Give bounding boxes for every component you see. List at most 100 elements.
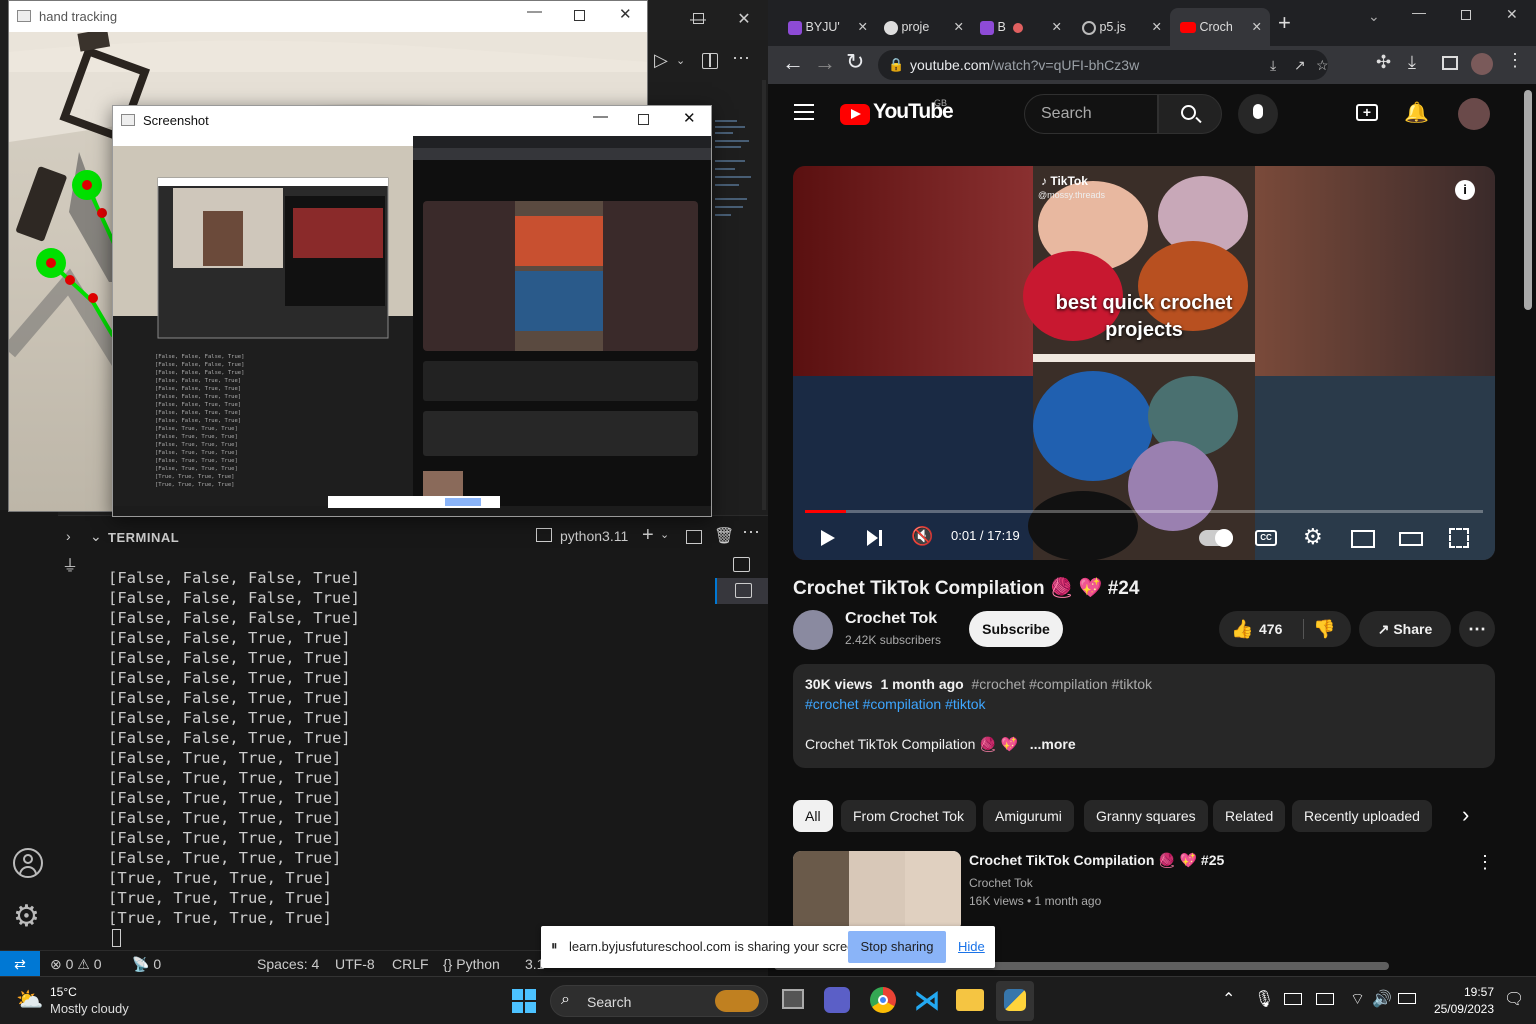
keyboard-icon[interactable] bbox=[1284, 993, 1302, 1005]
side-panel-icon[interactable] bbox=[1442, 56, 1458, 70]
forward-button[interactable]: → bbox=[814, 50, 836, 76]
rec-channel[interactable]: Crochet Tok bbox=[969, 876, 1033, 890]
chip-from-channel[interactable]: From Crochet Tok bbox=[841, 800, 976, 832]
chip-all[interactable]: All bbox=[793, 800, 833, 832]
avatar[interactable] bbox=[1458, 98, 1490, 130]
hand-window-titlebar[interactable]: hand tracking — ✕ bbox=[9, 1, 647, 32]
encoding-indicator[interactable]: UTF-8 bbox=[335, 951, 375, 977]
tab-youtube[interactable]: Croch ✕ bbox=[1170, 8, 1270, 46]
rec-thumbnail[interactable] bbox=[793, 851, 961, 931]
volume-icon[interactable]: 🔊 bbox=[1372, 989, 1392, 1009]
voice-search-button[interactable] bbox=[1238, 94, 1278, 134]
notification-icon[interactable]: 🗨 bbox=[1504, 989, 1524, 1009]
file-explorer-icon[interactable] bbox=[956, 989, 984, 1011]
close-icon[interactable]: ✕ bbox=[858, 8, 868, 46]
new-terminal-icon[interactable]: + bbox=[642, 524, 654, 547]
install-icon[interactable]: ⤓ bbox=[1270, 50, 1276, 80]
minimize-button[interactable]: — bbox=[1412, 4, 1426, 20]
miniplayer-icon[interactable] bbox=[1351, 530, 1375, 548]
search-input[interactable]: Search bbox=[1024, 94, 1158, 134]
terminal-output[interactable]: [False, False, False, True] [False, False… bbox=[108, 568, 708, 928]
close-icon[interactable]: ✕ bbox=[954, 8, 964, 46]
split-terminal-icon[interactable] bbox=[686, 530, 702, 544]
minimize-button[interactable]: — bbox=[527, 3, 542, 20]
close-button[interactable]: ✕ bbox=[683, 109, 696, 127]
language-indicator[interactable]: {} Python bbox=[443, 951, 500, 977]
new-tab-button[interactable]: + bbox=[1278, 10, 1291, 36]
downloads-icon[interactable]: ⤓ bbox=[1408, 52, 1416, 73]
windows-start-icon[interactable] bbox=[512, 989, 536, 1013]
hashtag-links[interactable]: #crochet #compilation #tiktok bbox=[805, 696, 986, 712]
remote-indicator[interactable]: ⇄ bbox=[0, 951, 40, 977]
hide-link[interactable]: Hide bbox=[958, 939, 985, 954]
autoplay-toggle[interactable] bbox=[1199, 529, 1233, 547]
close-icon[interactable]: ✕ bbox=[1052, 8, 1062, 46]
clock-date[interactable]: 25/09/2023 bbox=[1424, 1002, 1494, 1016]
vscode-close-button[interactable]: ✕ bbox=[724, 0, 764, 40]
ports-indicator[interactable]: 📡 0 bbox=[132, 951, 161, 977]
weather-temp[interactable]: 15°C bbox=[50, 985, 77, 999]
address-bar[interactable]: 🔒 youtube.com/watch?v=qUFI-bhCz3w ⤓ ↗ ☆ bbox=[878, 50, 1329, 80]
tab-byjus[interactable]: BYJU' ✕ bbox=[778, 8, 874, 46]
tab-byjus-recording[interactable]: B ✕ bbox=[970, 8, 1068, 46]
close-icon[interactable]: ✕ bbox=[1152, 8, 1162, 46]
maximize-button[interactable] bbox=[638, 114, 649, 125]
trash-icon[interactable]: 🗑 bbox=[714, 526, 734, 546]
task-view-icon[interactable] bbox=[782, 989, 804, 1009]
weather-icon[interactable]: ⛅ bbox=[16, 987, 43, 1013]
battery-icon[interactable] bbox=[1398, 993, 1416, 1004]
captions-icon[interactable]: CC bbox=[1255, 530, 1277, 546]
info-icon[interactable]: i bbox=[1455, 180, 1475, 200]
next-icon[interactable] bbox=[867, 530, 883, 546]
tab-github[interactable]: proje ✕ bbox=[874, 8, 970, 46]
theater-mode-icon[interactable] bbox=[1399, 532, 1423, 546]
tab-search-button[interactable]: ⌄ bbox=[1368, 8, 1380, 25]
channel-avatar[interactable] bbox=[793, 610, 833, 650]
chevron-right-icon[interactable]: › bbox=[1462, 802, 1469, 828]
bookmark-star-icon[interactable]: ☆ bbox=[1316, 50, 1329, 80]
progress-bar[interactable] bbox=[805, 510, 1483, 513]
maximize-button[interactable] bbox=[574, 10, 585, 21]
more-actions-icon[interactable]: ⋯ bbox=[742, 522, 760, 543]
fullscreen-icon[interactable] bbox=[1449, 528, 1469, 548]
terminal-shell-label[interactable]: python3.11 bbox=[560, 528, 628, 544]
channel-name[interactable]: Crochet Tok bbox=[845, 610, 937, 628]
clock-time[interactable]: 19:57 bbox=[1432, 985, 1494, 999]
extensions-icon[interactable]: ✣ bbox=[1376, 52, 1391, 73]
weather-condition[interactable]: Mostly cloudy bbox=[50, 1001, 129, 1016]
problems-indicator[interactable]: ⊗ 0 ⚠ 0 bbox=[50, 951, 102, 977]
chevron-up-icon[interactable]: ⌃ bbox=[1222, 989, 1235, 1009]
close-button[interactable]: ✕ bbox=[1506, 6, 1518, 23]
terminal-item-icon-active[interactable] bbox=[715, 578, 768, 604]
chip-recently-uploaded[interactable]: Recently uploaded bbox=[1292, 800, 1432, 832]
terminal-item-icon[interactable] bbox=[715, 552, 768, 578]
eol-indicator[interactable]: CRLF bbox=[392, 951, 429, 977]
more-actions-icon[interactable]: ⋯ bbox=[732, 48, 750, 69]
python-taskbar-icon[interactable] bbox=[996, 981, 1034, 1021]
rec-title[interactable]: Crochet TikTok Compilation 🧶 💖 #25 bbox=[969, 852, 1224, 869]
video-player[interactable]: ♪ TikTok @mossy.threads best quick croch… bbox=[793, 166, 1495, 560]
back-button[interactable]: ← bbox=[782, 50, 804, 76]
chevron-down-icon[interactable]: ⌄ bbox=[676, 54, 685, 67]
more-link[interactable]: ...more bbox=[1030, 736, 1076, 752]
chip-granny-squares[interactable]: Granny squares bbox=[1084, 800, 1208, 832]
gear-icon[interactable]: ⚙ bbox=[13, 902, 40, 932]
description-box[interactable]: 30K views 1 month ago #crochet #compilat… bbox=[793, 664, 1495, 768]
chrome-taskbar-icon[interactable] bbox=[870, 987, 896, 1013]
thumbs-down-icon[interactable]: 👎 bbox=[1313, 611, 1335, 647]
wifi-icon[interactable]: ⌔ bbox=[1350, 989, 1365, 1009]
youtube-logo-icon[interactable] bbox=[840, 104, 870, 125]
more-actions-button[interactable]: ⋯ bbox=[1459, 611, 1495, 647]
create-icon[interactable]: + bbox=[1356, 104, 1378, 121]
screenshot-window[interactable]: Screenshot — ✕ [False, False, False, Tru… bbox=[112, 105, 712, 517]
teams-icon[interactable] bbox=[824, 987, 850, 1013]
menu-icon[interactable]: ⋮ bbox=[1506, 50, 1524, 71]
vscode-taskbar-icon[interactable]: ⋊ bbox=[914, 985, 940, 1016]
chip-amigurumi[interactable]: Amigurumi bbox=[983, 800, 1074, 832]
run-icon[interactable]: ▷ bbox=[654, 50, 668, 71]
terminal-tab[interactable]: TERMINAL bbox=[108, 530, 179, 545]
play-icon[interactable] bbox=[821, 530, 835, 546]
hamburger-menu-icon[interactable] bbox=[794, 104, 814, 120]
taskbar-search[interactable]: ⌕ Search bbox=[550, 985, 768, 1017]
minimap[interactable] bbox=[715, 80, 768, 510]
